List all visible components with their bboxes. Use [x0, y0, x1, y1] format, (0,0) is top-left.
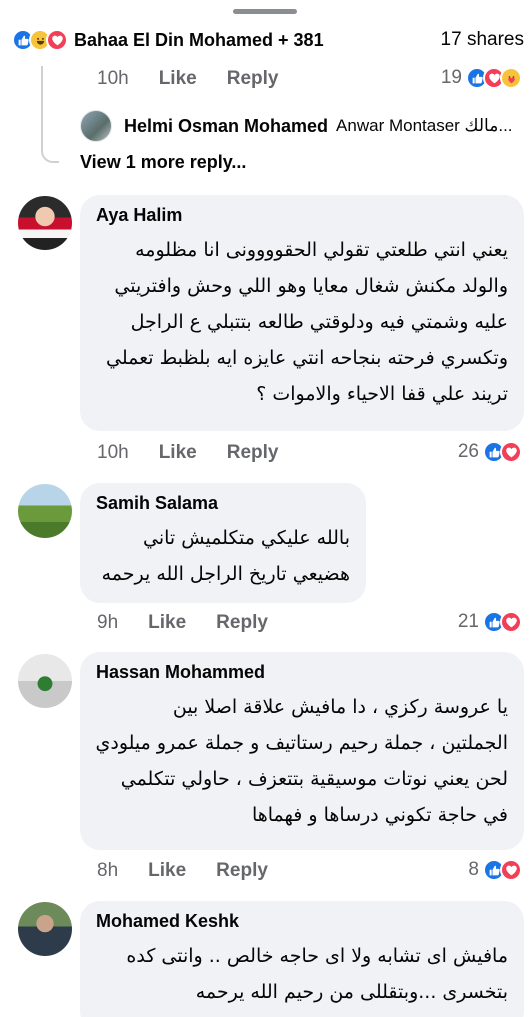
comment-text: مافيش اى تشابه ولا اى حاجه خالص .. وانتى… [96, 938, 508, 1010]
reply-author[interactable]: Helmi Osman Mohamed [124, 116, 328, 137]
view-more-replies-link[interactable]: View 1 more reply... [80, 152, 246, 173]
avatar[interactable] [80, 110, 112, 142]
like-button[interactable]: Like [159, 68, 197, 90]
avatar[interactable] [18, 484, 72, 538]
comment-line: يعني انتي طلعتي تقولي الحقوووونى انا مظل… [135, 239, 508, 261]
comment-time[interactable]: 10h [97, 68, 129, 90]
like-button[interactable]: Like [148, 612, 186, 634]
love-icon [46, 29, 68, 51]
comment-line: مافيش اى تشابه ولا اى حاجه خالص .. وانتى… [126, 945, 508, 967]
comment-reaction-count[interactable]: 19 [441, 67, 522, 89]
comment-author[interactable]: Aya Halim [96, 205, 508, 226]
comment-actions: 10h Like Reply [97, 442, 278, 464]
comment-time[interactable]: 8h [97, 860, 118, 882]
like-button[interactable]: Like [148, 860, 186, 882]
avatar[interactable] [18, 902, 72, 956]
reply-thread-line [41, 66, 59, 163]
reaction-count: 21 [457, 611, 479, 632]
comment-line: وتكسري فرحته بنجاحه انتي عايزه ايه بلظبط… [105, 347, 508, 369]
comment-time[interactable]: 9h [97, 612, 118, 634]
comment-bubble: Hassan Mohammed يا عروسة ركزي ، دا مافيش… [80, 652, 524, 850]
comment-actions: 8h Like Reply [97, 860, 268, 882]
comment-line: والولد مكنش شغال معايا وهو اللي وحش وافت… [114, 275, 508, 297]
reply-preview[interactable]: Helmi Osman Mohamed Anwar Montaser مالك.… [80, 110, 530, 142]
comment-actions: 9h Like Reply [97, 612, 268, 634]
comment-text: يعني انتي طلعتي تقولي الحقوووونى انا مظل… [96, 232, 508, 412]
comment-line: عليه وشمتي فيه ودلوقتي طالعه بتتبلي ع ال… [130, 311, 508, 333]
comment-text: بالله عليكي متكلميش تاني هضيعي تاريخ الر… [96, 520, 350, 592]
reply-button[interactable]: Reply [227, 442, 279, 464]
comment-actions: 10h Like Reply [97, 68, 278, 90]
comment-bubble: Aya Halim يعني انتي طلعتي تقولي الحقوووو… [80, 195, 524, 431]
love-icon [500, 611, 522, 633]
avatar[interactable] [18, 654, 72, 708]
love-icon [500, 441, 522, 463]
comment-line: تريند علي قفا الاحياء والاموات ؟ [256, 383, 508, 405]
shares-count[interactable]: 17 shares [441, 29, 524, 51]
comment-line: الجملتين ، جملة رحيم رستاتيف و جملة عمرو… [95, 732, 508, 754]
reply-snippet: Anwar Montaser مالك... [336, 116, 513, 135]
reaction-count: 26 [457, 441, 479, 462]
reaction-count: 8 [468, 859, 479, 880]
comment-bubble: Samih Salama بالله عليكي متكلميش تاني هض… [80, 483, 366, 603]
reply-button[interactable]: Reply [227, 68, 279, 90]
comment-line: هضيعي تاريخ الراجل الله يرحمه [101, 563, 350, 585]
comment-line: بتخسرى ...وبتقللى من رحيم الله يرحمه [195, 981, 508, 1003]
avatar[interactable] [18, 196, 72, 250]
reply-button[interactable]: Reply [216, 860, 268, 882]
comment-author[interactable]: Mohamed Keshk [96, 911, 508, 932]
comment-author[interactable]: Hassan Mohammed [96, 662, 508, 683]
reactors-names[interactable]: Bahaa El Din Mohamed + 381 [74, 30, 324, 51]
drag-handle[interactable] [233, 9, 297, 14]
reaction-icons [12, 29, 68, 51]
reaction-count: 19 [440, 67, 462, 88]
comment-reaction-count[interactable]: 26 [458, 441, 522, 463]
comment-time[interactable]: 10h [97, 442, 129, 464]
comment-text: يا عروسة ركزي ، دا مافيش علاقة اصلا بين … [95, 689, 508, 833]
comment-line: في حاجة تكوني درساها و فهماها [251, 804, 508, 826]
comment-line: لحن يعني نوتات موسيقية بتتعزف ، حاولي تت… [120, 768, 508, 790]
reaction-summary[interactable]: Bahaa El Din Mohamed + 381 17 shares [12, 24, 524, 56]
comment-reaction-count[interactable]: 21 [458, 611, 522, 633]
reply-button[interactable]: Reply [216, 612, 268, 634]
comment-bubble: Mohamed Keshk مافيش اى تشابه ولا اى حاجه… [80, 901, 524, 1017]
like-button[interactable]: Like [159, 442, 197, 464]
comment-author[interactable]: Samih Salama [96, 493, 350, 514]
care-icon [500, 67, 522, 89]
comment-reaction-count[interactable]: 8 [468, 859, 522, 881]
love-icon [500, 859, 522, 881]
comment-line: يا عروسة ركزي ، دا مافيش علاقة اصلا بين [172, 696, 508, 718]
comment-line: بالله عليكي متكلميش تاني [143, 527, 350, 549]
